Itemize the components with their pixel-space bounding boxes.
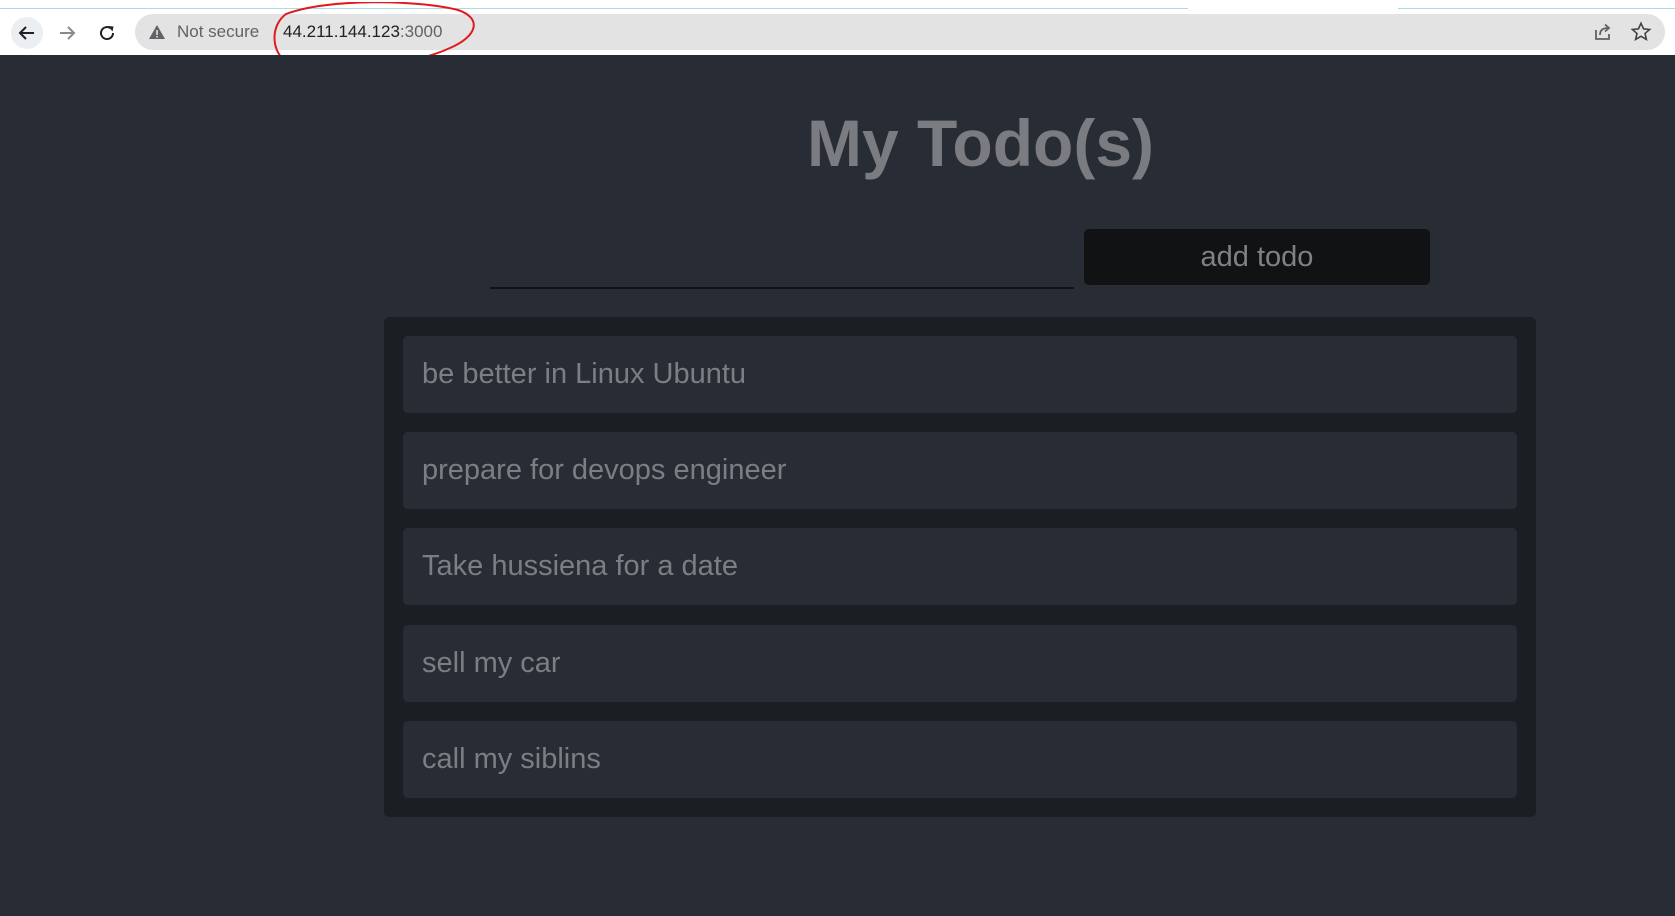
todo-item[interactable]: sell my car: [403, 625, 1517, 702]
url-port: :3000: [399, 22, 443, 41]
forward-button[interactable]: [51, 17, 83, 49]
todo-list: be better in Linux Ubuntu prepare for de…: [384, 317, 1536, 817]
reload-icon: [100, 26, 115, 41]
browser-top-strip: [0, 0, 1675, 10]
browser-toolbar: Not secure 44.211.144.123:3000: [0, 10, 1675, 55]
arrow-right-icon: [60, 26, 76, 40]
todo-item[interactable]: be better in Linux Ubuntu: [403, 336, 1517, 413]
arrow-left-icon: [18, 26, 34, 40]
todo-item[interactable]: prepare for devops engineer: [403, 432, 1517, 509]
reload-button[interactable]: [91, 17, 123, 49]
share-icon[interactable]: [1592, 21, 1614, 43]
todo-item[interactable]: Take hussiena for a date: [403, 528, 1517, 605]
back-button[interactable]: [11, 17, 43, 49]
todo-item[interactable]: call my siblins: [403, 721, 1517, 798]
app-page: My Todo(s) add todo be better in Linux U…: [0, 55, 1675, 916]
address-bar[interactable]: Not secure 44.211.144.123:3000: [135, 14, 1665, 50]
page-title: My Todo(s): [806, 106, 1155, 180]
add-todo-button[interactable]: add todo: [1084, 229, 1430, 285]
url-host: 44.211.144.123: [283, 22, 400, 41]
warning-icon[interactable]: [148, 23, 166, 41]
todo-input[interactable]: [490, 231, 1074, 289]
security-label[interactable]: Not secure: [177, 23, 259, 41]
loading-line: [0, 8, 1188, 9]
url-text[interactable]: 44.211.144.123:3000: [283, 23, 442, 41]
star-icon[interactable]: [1630, 21, 1652, 43]
loading-line: [1398, 8, 1675, 9]
